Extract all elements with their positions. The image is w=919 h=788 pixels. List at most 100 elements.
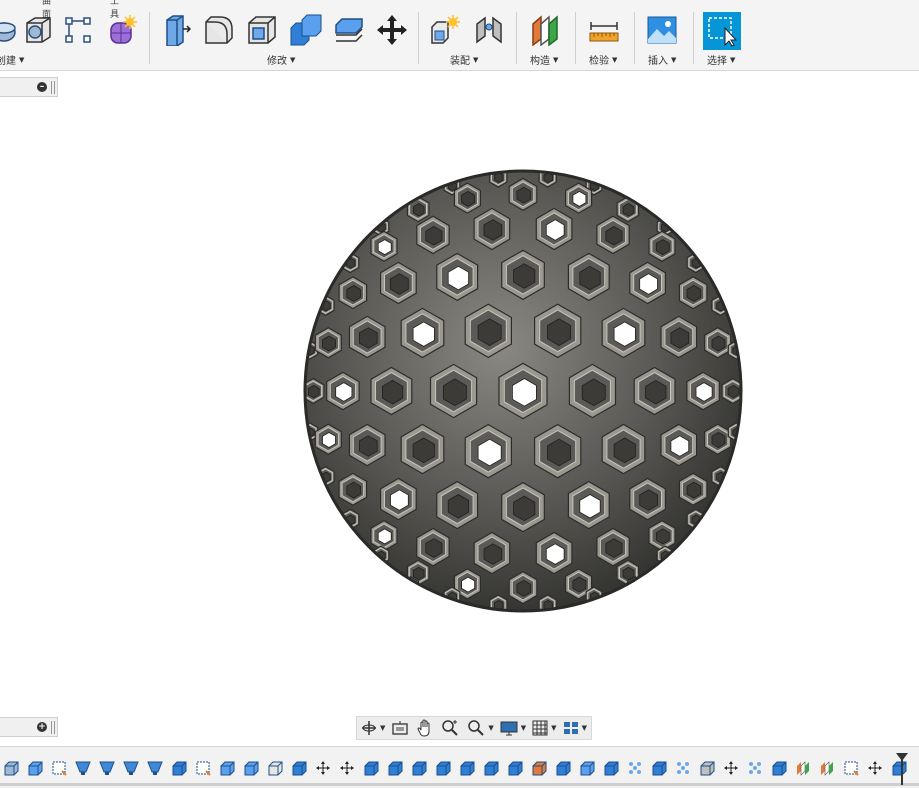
body-feature-icon[interactable]	[890, 759, 908, 777]
box-feature-icon[interactable]	[410, 759, 428, 777]
pattern-feature-icon[interactable]	[746, 759, 764, 777]
panel-resize-handle[interactable]	[51, 81, 55, 94]
lattice-cell-opening	[377, 528, 392, 545]
hole-feature-icon[interactable]	[122, 759, 140, 777]
timeline-playhead[interactable]	[896, 753, 908, 785]
box-feature-icon[interactable]	[434, 759, 452, 777]
body-feature-icon[interactable]	[170, 759, 188, 777]
move-icon[interactable]	[374, 12, 410, 48]
joint-feature-icon[interactable]	[698, 759, 716, 777]
timeline-scrubber-line[interactable]	[0, 783, 919, 786]
offset-face-icon[interactable]	[331, 12, 367, 48]
lattice-cell-opening	[461, 190, 476, 207]
grid-icon[interactable]	[532, 718, 548, 738]
grid-dropdown-caret[interactable]: ▼	[551, 724, 556, 732]
offset-plane-icon[interactable]	[527, 12, 563, 48]
ribbon-divider	[575, 12, 576, 64]
select-group-label[interactable]: 选择 ▼	[707, 52, 735, 68]
timeline-track	[0, 759, 908, 781]
body-feature-icon[interactable]	[506, 759, 524, 777]
hexagonal-lattice-sphere[interactable]	[300, 168, 746, 614]
body-feature-icon[interactable]	[770, 759, 788, 777]
body-feature-icon[interactable]	[482, 759, 500, 777]
look-at-icon[interactable]	[391, 718, 409, 738]
lattice-cell-opening	[413, 566, 425, 581]
move-feature-icon[interactable]	[866, 759, 884, 777]
create-group-label[interactable]: 创建▼	[0, 52, 24, 68]
sketch-feature-icon[interactable]	[50, 759, 68, 777]
offset-feature-icon[interactable]	[578, 759, 596, 777]
comments-panel-header[interactable]: +	[0, 717, 58, 737]
new-component-icon[interactable]	[427, 12, 463, 48]
body-feature-icon[interactable]	[458, 759, 476, 777]
expand-comments-button[interactable]: +	[37, 722, 47, 732]
press-pull-icon[interactable]	[158, 12, 194, 48]
modify-group-label[interactable]: 修改 ▼	[267, 52, 296, 68]
assemble-group-label[interactable]: 装配 ▼	[450, 52, 478, 68]
lattice-cell-opening	[346, 285, 361, 302]
construct-group-label[interactable]: 构造 ▼	[530, 52, 558, 68]
zoom-icon[interactable]	[441, 718, 459, 738]
fillet-feature-icon[interactable]	[266, 759, 284, 777]
plane-feature-icon[interactable]	[794, 759, 812, 777]
plane-feature-icon[interactable]	[818, 759, 836, 777]
combine-feature-icon[interactable]	[554, 759, 572, 777]
design-timeline	[0, 746, 919, 788]
body-feature-icon[interactable]	[602, 759, 620, 777]
lattice-cell-opening	[516, 580, 532, 597]
extrude-feature-icon[interactable]	[242, 759, 260, 777]
sketch-feature-icon[interactable]	[842, 759, 860, 777]
form-icon[interactable]	[104, 12, 140, 48]
pattern-feature-icon[interactable]	[626, 759, 644, 777]
lattice-cell-opening	[461, 576, 476, 593]
lattice-cell-opening	[322, 432, 336, 448]
box-feature-icon[interactable]	[290, 759, 308, 777]
display-settings-icon[interactable]	[500, 718, 518, 738]
joint-icon[interactable]	[471, 12, 507, 48]
lattice-cell-opening	[307, 384, 320, 399]
move-feature-icon[interactable]	[314, 759, 332, 777]
box-feature-icon[interactable]	[386, 759, 404, 777]
hole-icon[interactable]	[20, 12, 56, 48]
insert-dropdown-caret: ▼	[671, 55, 677, 64]
viewports-dropdown-caret[interactable]: ▼	[582, 724, 587, 732]
inspect-group-label[interactable]: 检验 ▼	[589, 52, 617, 68]
orbit-dropdown-caret[interactable]: ▼	[380, 724, 385, 732]
insert-group-label[interactable]: 插入 ▼	[648, 52, 677, 68]
pattern-feature-icon[interactable]	[674, 759, 692, 777]
browser-panel-header[interactable]: –	[0, 77, 58, 97]
body-feature-icon[interactable]	[650, 759, 668, 777]
pan-icon[interactable]	[417, 718, 433, 738]
panel-resize-handle[interactable]	[51, 721, 55, 734]
fillet-icon[interactable]	[201, 12, 237, 48]
canvas-viewport-model[interactable]	[300, 168, 746, 614]
rectangular-pattern-icon[interactable]	[60, 12, 96, 48]
revolve-icon[interactable]	[0, 12, 22, 48]
orbit-icon[interactable]	[361, 718, 377, 738]
extrude-feature-icon[interactable]	[26, 759, 44, 777]
modify-dropdown-caret: ▼	[290, 55, 296, 64]
select-icon[interactable]	[703, 12, 741, 50]
sketch-feature-icon[interactable]	[194, 759, 212, 777]
ribbon-divider	[634, 12, 635, 64]
combine-icon[interactable]	[288, 12, 324, 48]
shell-feature-icon[interactable]	[2, 759, 20, 777]
fit-icon[interactable]	[467, 718, 485, 738]
loft-feature-icon[interactable]	[530, 759, 548, 777]
box-feature-icon[interactable]	[362, 759, 380, 777]
measure-icon[interactable]	[586, 12, 622, 48]
collapse-browser-button[interactable]: –	[37, 82, 47, 92]
hole-feature-icon[interactable]	[74, 759, 92, 777]
hole-feature-icon[interactable]	[98, 759, 116, 777]
fit-dropdown-caret[interactable]: ▼	[488, 724, 493, 732]
move-feature-icon[interactable]	[722, 759, 740, 777]
ribbon-divider	[516, 12, 517, 64]
extrude-feature-icon[interactable]	[218, 759, 236, 777]
hole-feature-icon[interactable]	[146, 759, 164, 777]
move-feature-icon[interactable]	[338, 759, 356, 777]
shell-icon[interactable]	[244, 12, 280, 48]
viewports-icon[interactable]	[563, 718, 579, 738]
lattice-cell-opening	[711, 432, 726, 448]
display-dropdown-caret[interactable]: ▼	[521, 724, 526, 732]
insert-image-icon[interactable]	[644, 12, 680, 48]
